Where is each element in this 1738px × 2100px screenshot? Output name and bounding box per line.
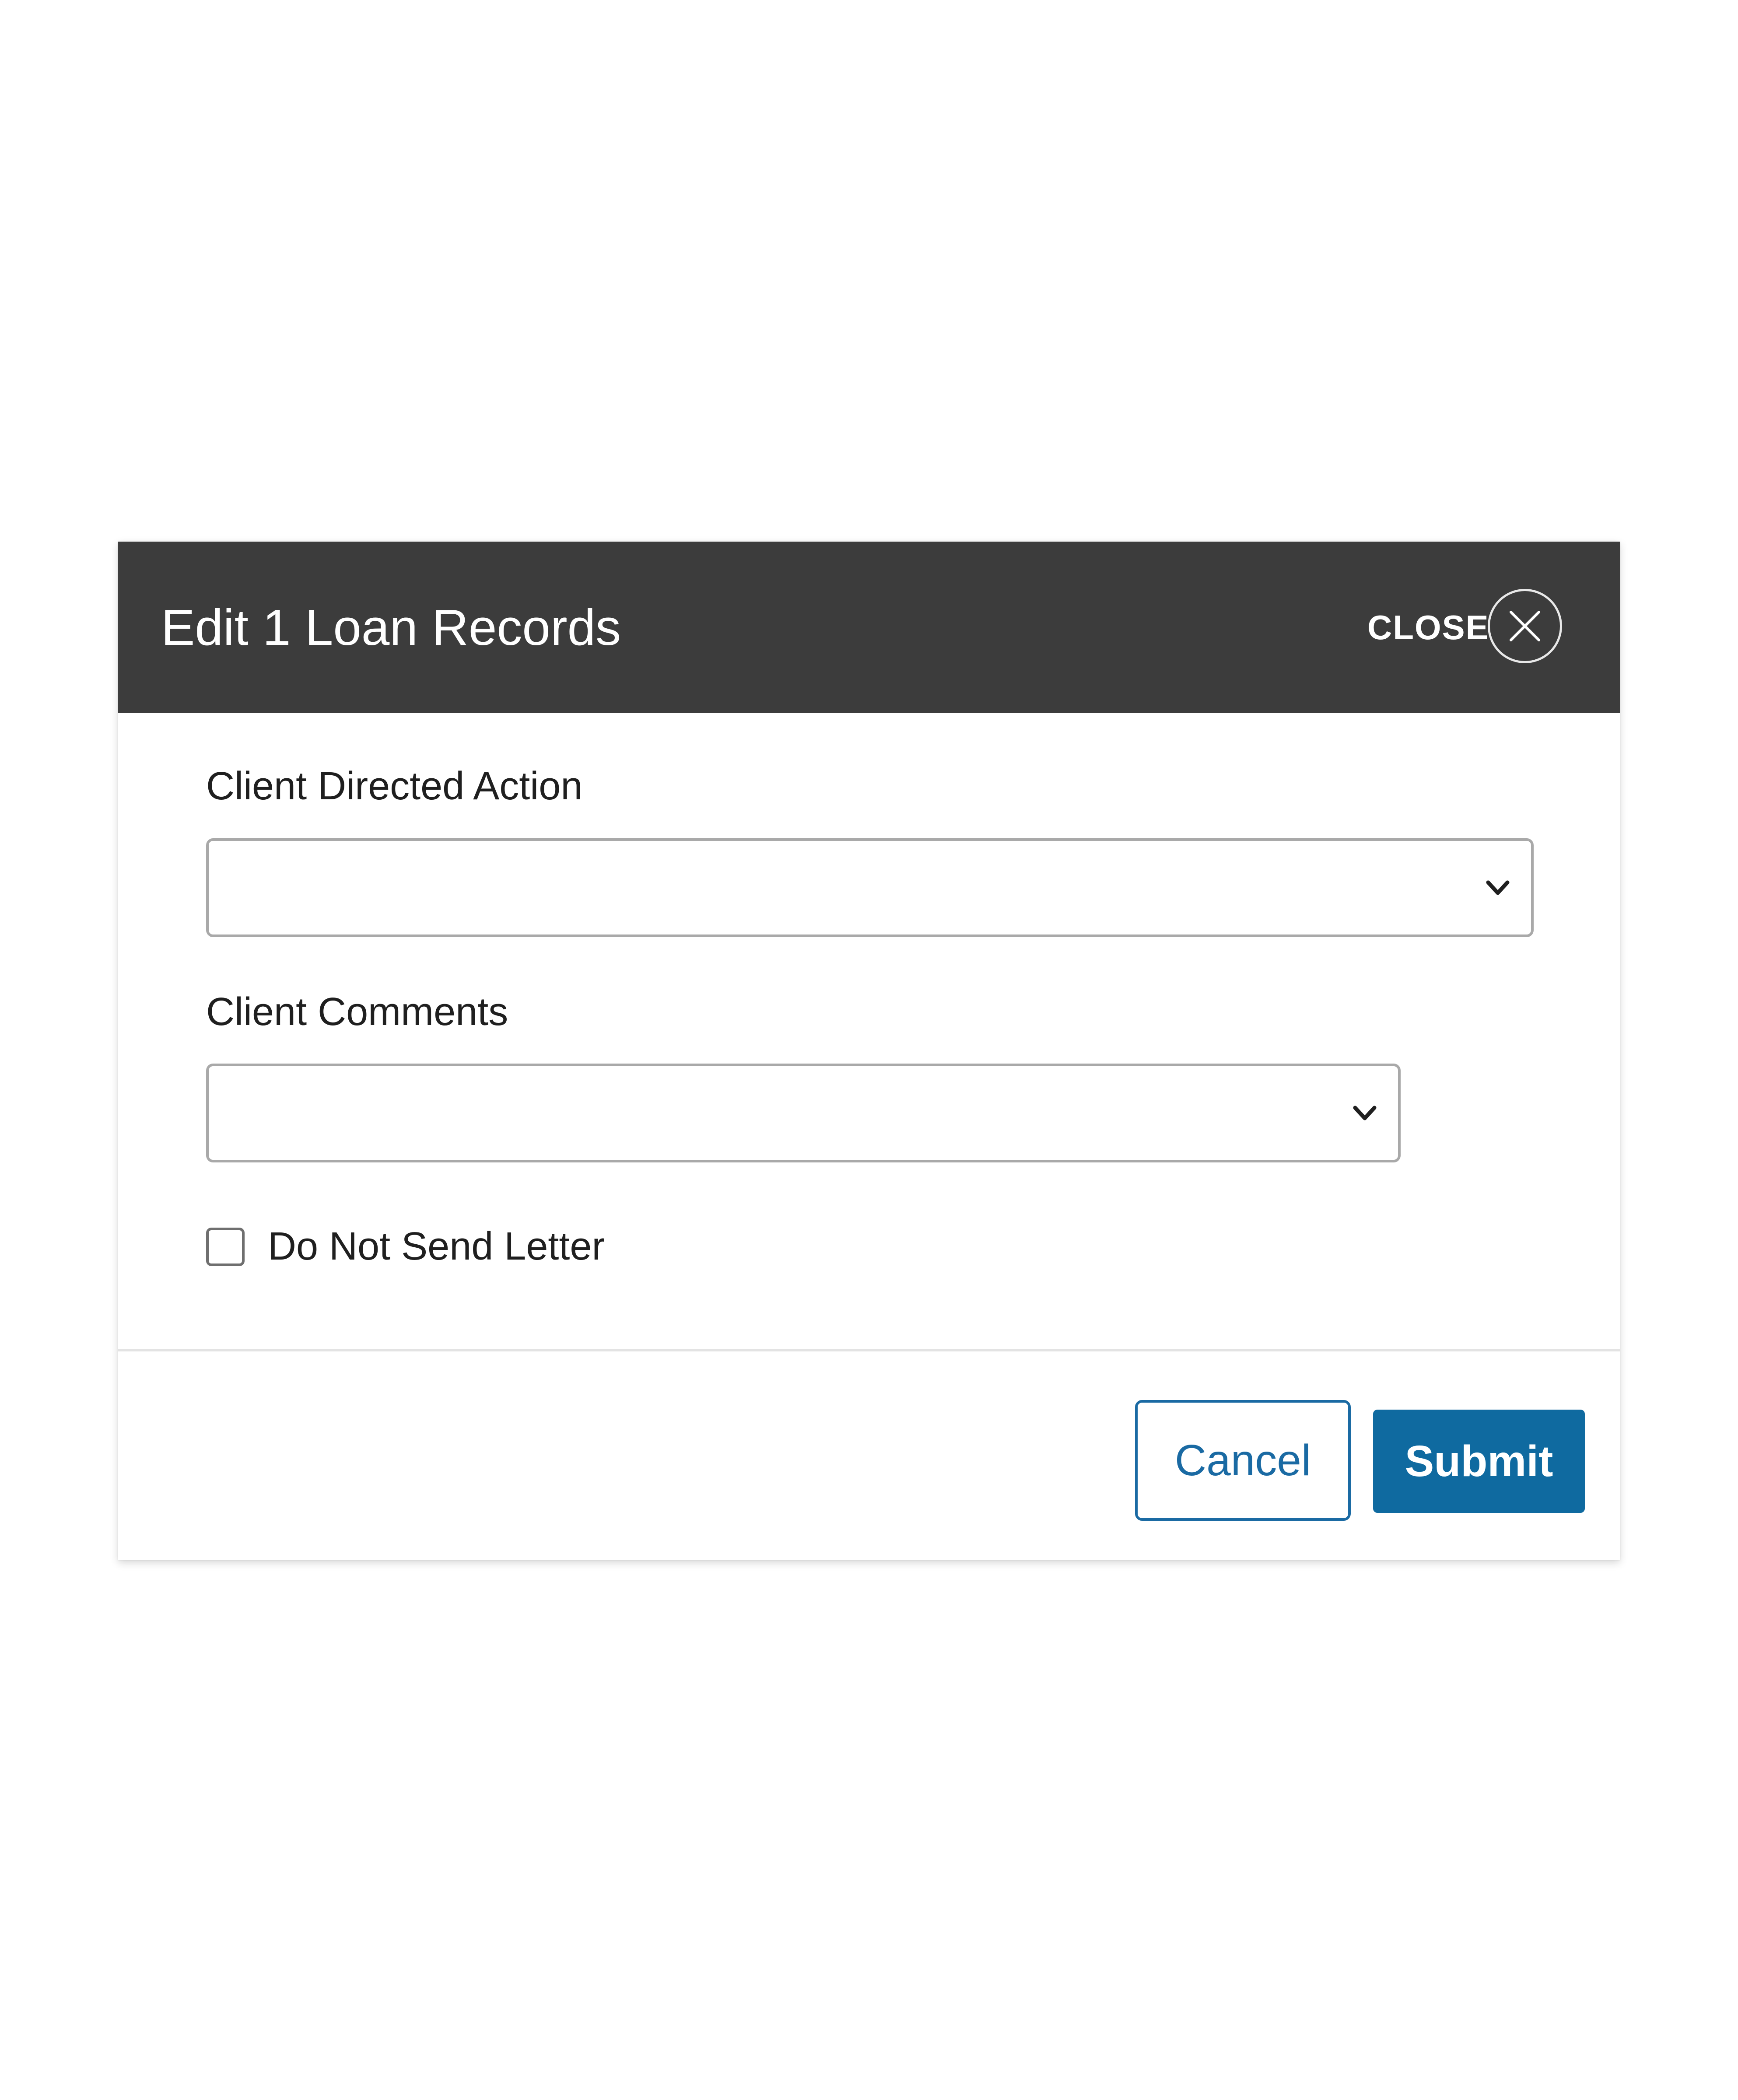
client-comments-label: Client Comments (206, 990, 508, 1034)
dialog-header: Edit 1 Loan Records CLOSE (118, 542, 1620, 713)
close-label: CLOSE (1367, 608, 1489, 647)
client-comments-select[interactable] (206, 1064, 1401, 1162)
chevron-down-icon (1353, 1106, 1377, 1120)
do-not-send-letter-option[interactable]: Do Not Send Letter (206, 1222, 731, 1270)
chevron-down-icon (1486, 880, 1510, 895)
do-not-send-letter-label[interactable]: Do Not Send Letter (268, 1222, 605, 1270)
submit-button[interactable]: Submit (1373, 1410, 1585, 1513)
dialog-title: Edit 1 Loan Records (161, 599, 621, 656)
close-x-glyph (1510, 611, 1540, 641)
close-button[interactable]: CLOSE (1367, 589, 1566, 666)
footer-divider (118, 1349, 1620, 1351)
cancel-button[interactable]: Cancel (1135, 1400, 1351, 1521)
close-icon[interactable] (1488, 589, 1562, 663)
edit-loan-records-dialog: Edit 1 Loan Records CLOSE Client Directe… (118, 542, 1620, 1560)
client-directed-action-label: Client Directed Action (206, 764, 583, 808)
do-not-send-letter-checkbox[interactable] (206, 1228, 245, 1266)
client-directed-action-select[interactable] (206, 838, 1534, 937)
